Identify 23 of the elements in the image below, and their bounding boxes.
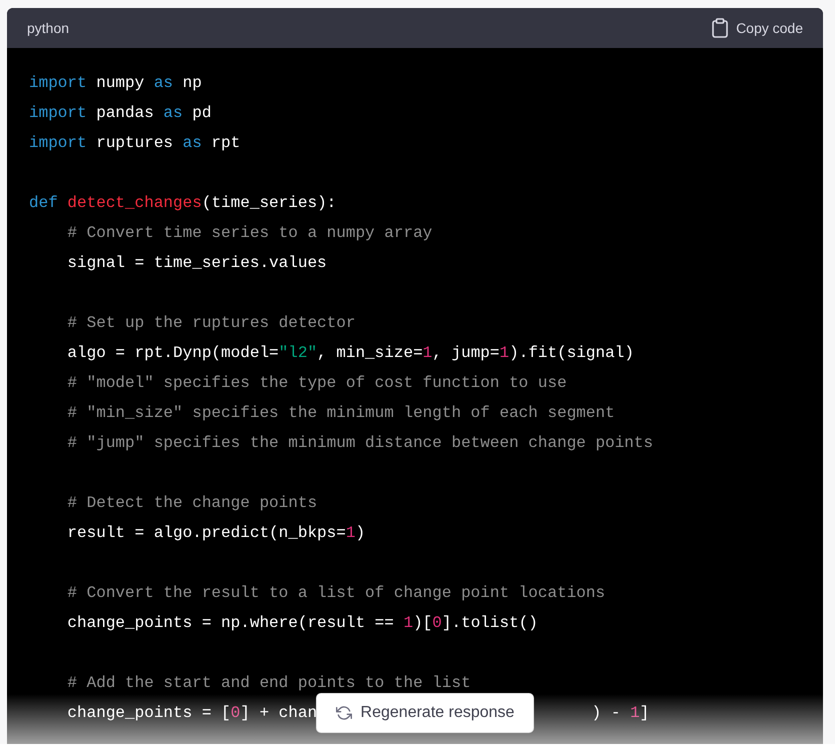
code-comment: # "min_size" specifies the minimum length of each segment: [67, 403, 615, 424]
code-comment: # Add the start and end points to the list: [67, 673, 471, 694]
clipboard-icon: [712, 18, 728, 38]
code-fragment: change_points = [0] + chan: [67, 703, 318, 724]
code-comment: # Detect the change points: [67, 493, 318, 514]
code-line: change_points = np.where(result == 1)[0].tolist(): [67, 613, 538, 634]
code-line: algo = rpt.Dynp(model="l2", min_size=1, jump=1).fit(signal): [67, 343, 634, 364]
code-line: result = algo.predict(n_bkps=1): [67, 523, 366, 544]
code-line: import numpy as np: [29, 73, 202, 94]
language-label: python: [27, 20, 70, 36]
code-comment: # Set up the ruptures detector: [67, 313, 356, 334]
code-line: def detect_changes(time_series):: [29, 193, 336, 214]
code-line: import ruptures as rpt: [29, 133, 240, 154]
code-line: signal = time_series.values: [67, 253, 327, 274]
code-comment: # Convert the result to a list of change point locations: [67, 583, 606, 604]
code-comment: # Convert time series to a numpy array: [67, 223, 432, 244]
code-comment: # "jump" specifies the minimum distance between change points: [67, 433, 654, 454]
code-fragment: ) - 1]: [592, 703, 650, 724]
regenerate-button[interactable]: Regenerate response: [316, 693, 534, 733]
copy-button[interactable]: Copy code: [712, 18, 803, 38]
code-line: import pandas as pd: [29, 103, 212, 124]
code-comment: # "model" specifies the type of cost function to use: [67, 373, 567, 394]
refresh-icon: [336, 705, 352, 721]
